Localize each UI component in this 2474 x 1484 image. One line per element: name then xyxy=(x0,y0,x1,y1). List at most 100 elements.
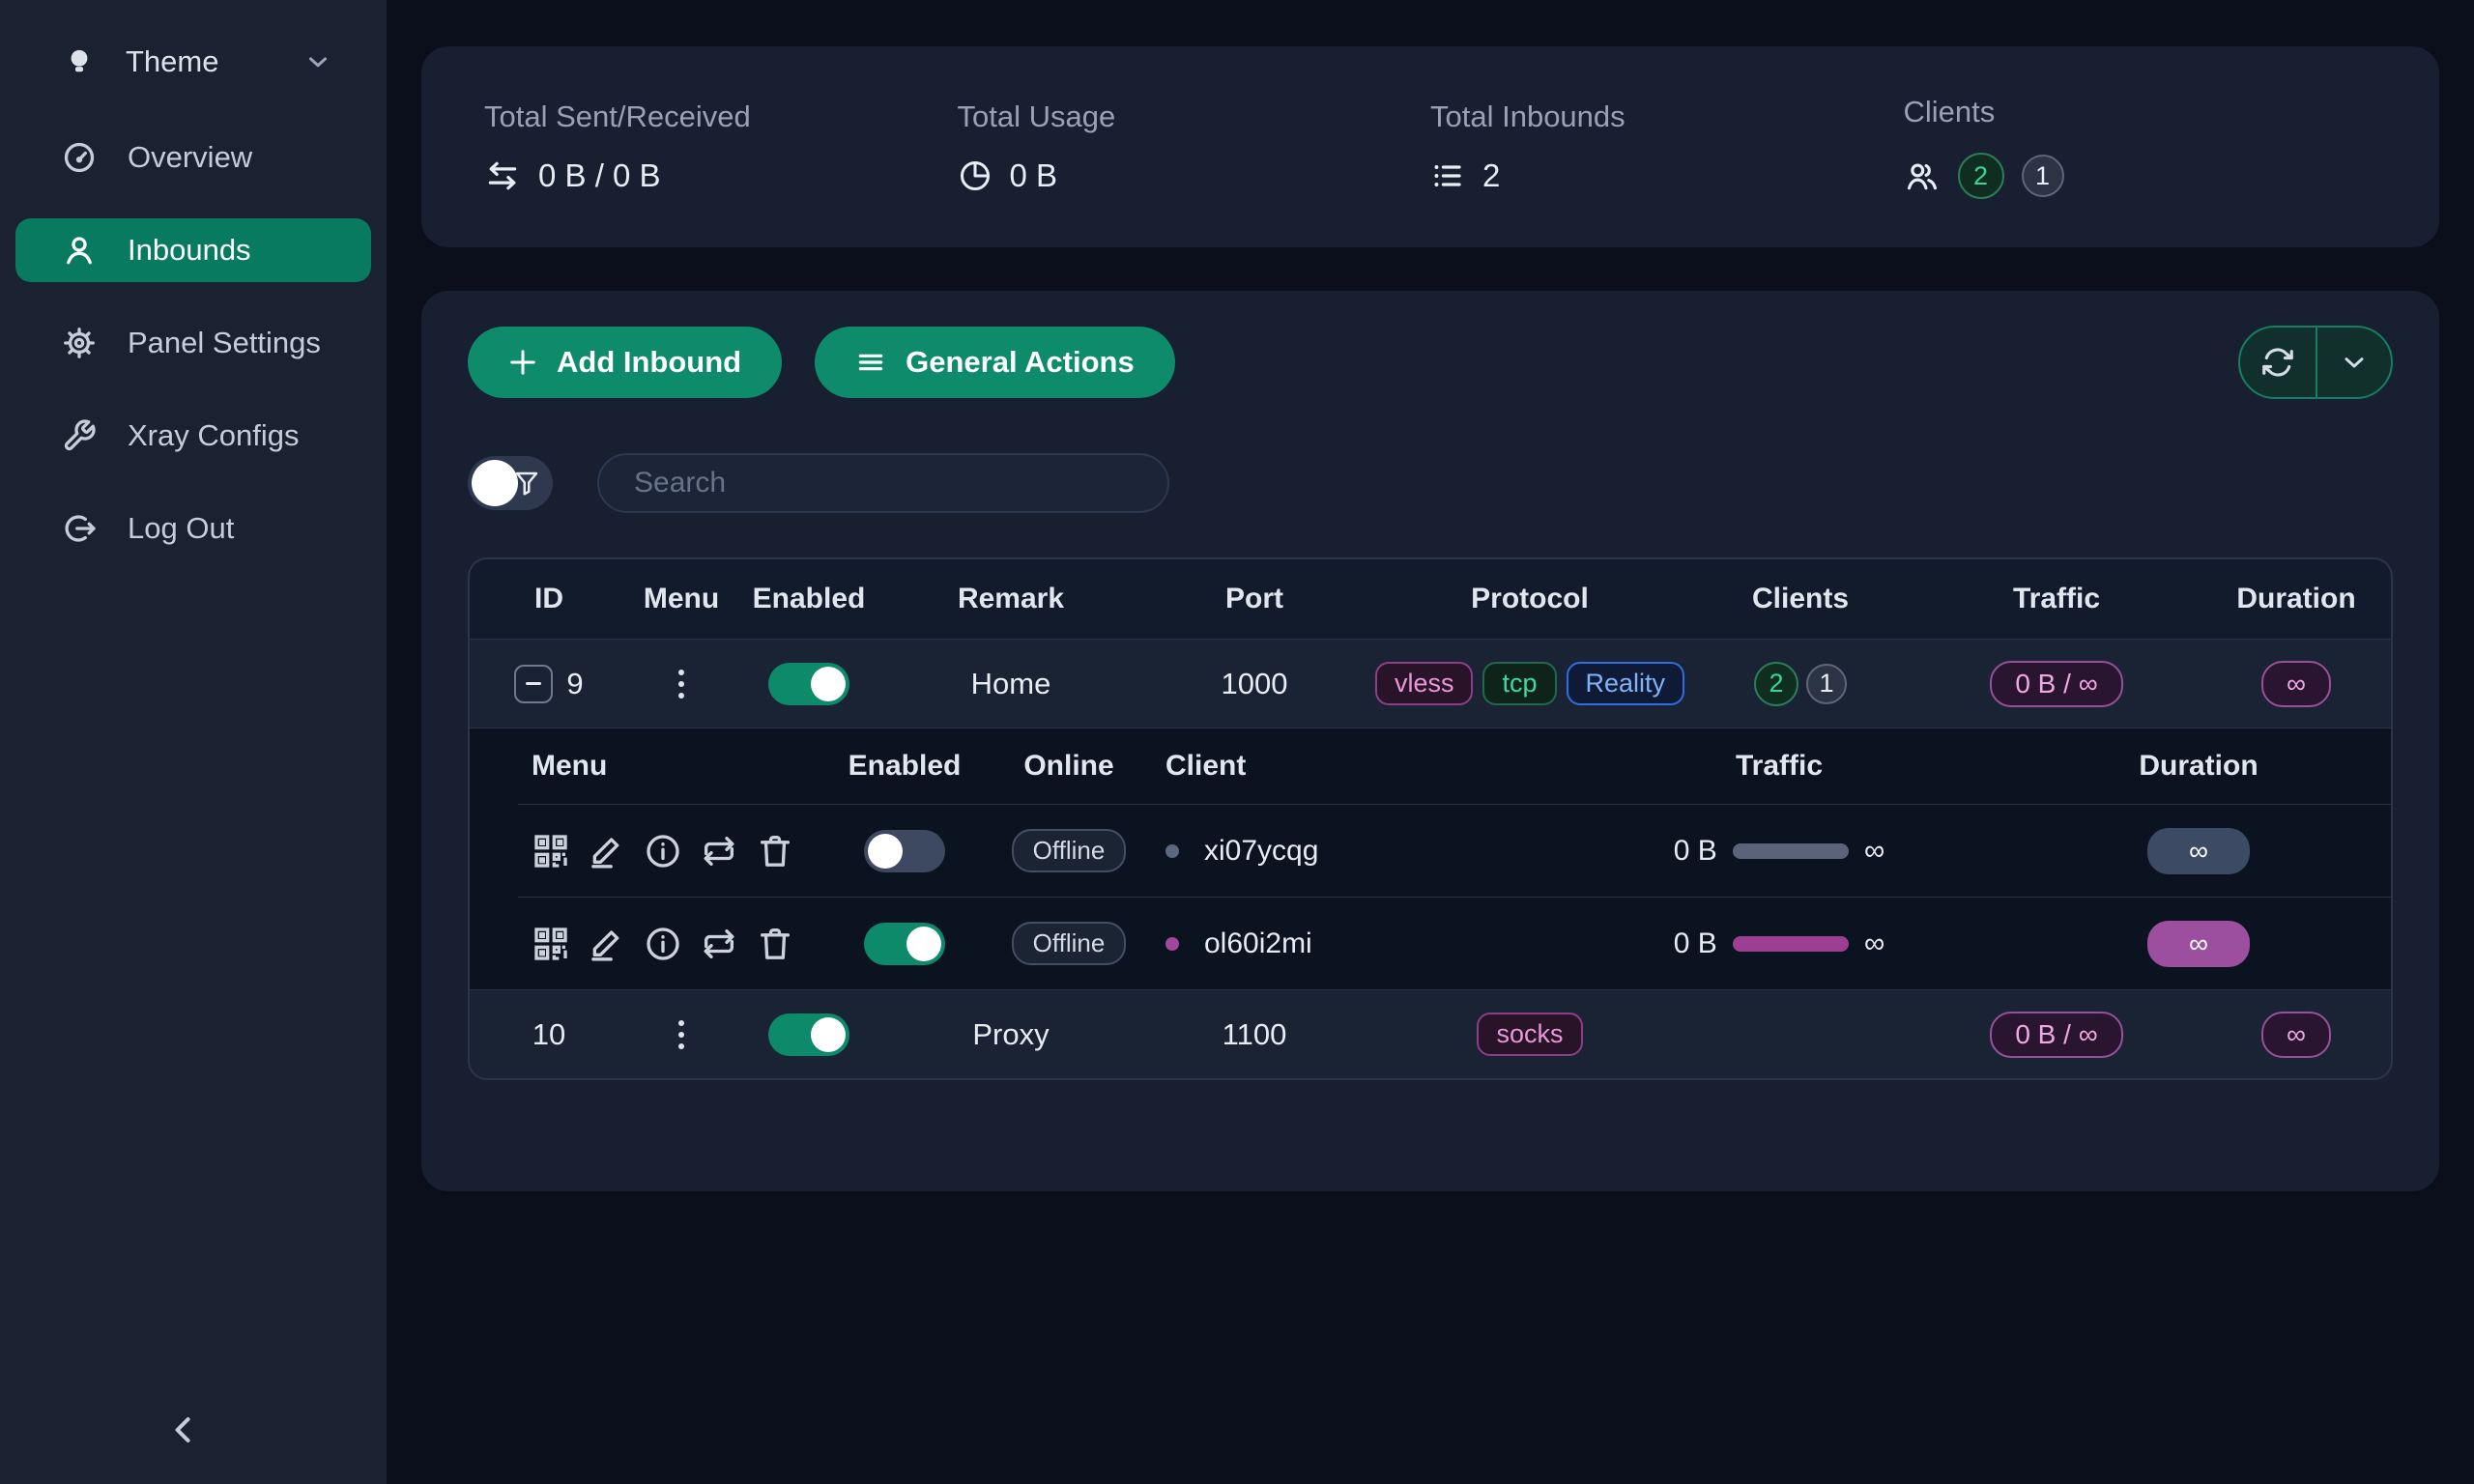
pencil-icon[interactable] xyxy=(588,832,626,870)
traffic-progress-bar xyxy=(1733,843,1849,859)
pie-chart-icon xyxy=(958,158,992,193)
sidebar-item-overview[interactable]: Overview xyxy=(15,126,371,189)
stat-title: Total Sent/Received xyxy=(484,100,958,134)
clients-deactivated-badge: 1 xyxy=(2022,155,2064,197)
client-row-xi07ycqg: Offline xi07ycqg 0 B ∞ ∞ xyxy=(470,805,2391,897)
sidebar: Theme Overview Inbounds xyxy=(0,0,387,1484)
collapse-row-icon[interactable] xyxy=(514,665,553,703)
sidebar-item-label: Xray Configs xyxy=(128,418,299,453)
sidebar-item-panel-settings[interactable]: Panel Settings xyxy=(15,311,371,375)
theme-selector[interactable]: Theme xyxy=(0,33,387,91)
sidebar-item-label: Inbounds xyxy=(128,233,251,268)
sidebar-item-inbounds[interactable]: Inbounds xyxy=(15,218,371,282)
user-icon xyxy=(62,233,97,268)
inbounds-card: Add Inbound General Actions xyxy=(421,291,2439,1191)
repeat-icon[interactable] xyxy=(700,925,738,963)
subtable-header-row: Menu Enabled Online Client Traffic Durat… xyxy=(470,728,2391,804)
inbound-port: 1100 xyxy=(1138,1017,1370,1052)
col-header-enabled: Enabled xyxy=(734,583,883,615)
info-icon[interactable] xyxy=(644,832,682,870)
client-traffic-limit: ∞ xyxy=(1864,835,1884,868)
stat-total-usage: Total Usage 0 B xyxy=(958,100,1431,194)
plus-icon xyxy=(508,348,537,377)
protocol-tag-vless: vless xyxy=(1375,662,1474,705)
toolbar: Add Inbound General Actions xyxy=(468,326,2393,399)
sidebar-item-label: Log Out xyxy=(128,511,234,546)
client-duration-pill: ∞ xyxy=(2147,921,2250,967)
stat-total-inbounds: Total Inbounds 2 xyxy=(1430,100,1904,194)
inbound-row-9: 9 Home 1000 vless tcp Reality 2 xyxy=(470,639,2391,728)
col-header-traffic: Traffic xyxy=(1912,583,2201,615)
row-menu-button[interactable] xyxy=(673,664,690,704)
protocol-tag-tcp: tcp xyxy=(1482,662,1556,705)
sidebar-nav: Overview Inbounds Panel Settings Xray Co… xyxy=(0,126,387,560)
subcol-header-enabled: Enabled xyxy=(818,750,992,783)
stat-value: 0 B / 0 B xyxy=(538,157,661,194)
stat-title: Clients xyxy=(1904,95,2377,129)
inbound-remark: Proxy xyxy=(883,1017,1138,1052)
chevron-down-icon xyxy=(2339,347,2370,378)
main-content: Total Sent/Received 0 B / 0 B Total Usag… xyxy=(387,0,2474,1484)
clients-subtable: Menu Enabled Online Client Traffic Durat… xyxy=(470,728,2391,989)
repeat-icon[interactable] xyxy=(700,832,738,870)
stat-title: Total Usage xyxy=(958,100,1431,134)
client-duration-pill: ∞ xyxy=(2147,828,2250,874)
stats-card: Total Sent/Received 0 B / 0 B Total Usag… xyxy=(421,46,2439,247)
refresh-button-group xyxy=(2238,326,2393,399)
col-header-duration: Duration xyxy=(2201,583,2391,615)
add-inbound-button[interactable]: Add Inbound xyxy=(468,327,782,398)
col-header-protocol: Protocol xyxy=(1370,583,1689,615)
trash-icon[interactable] xyxy=(756,925,794,963)
subcol-header-client: Client xyxy=(1146,750,1552,783)
inbound-port: 1000 xyxy=(1138,667,1370,701)
refresh-dropdown-button[interactable] xyxy=(2316,328,2391,397)
row-menu-button[interactable] xyxy=(673,1014,690,1055)
sidebar-item-label: Panel Settings xyxy=(128,326,321,360)
col-header-clients: Clients xyxy=(1689,583,1912,615)
sidebar-item-logout[interactable]: Log Out xyxy=(15,497,371,560)
online-status-badge: Offline xyxy=(1012,922,1127,965)
search-input[interactable] xyxy=(597,453,1169,513)
client-row-ol60i2mi: Offline ol60i2mi 0 B ∞ ∞ xyxy=(470,898,2391,989)
traffic-progress-bar xyxy=(1733,936,1849,952)
gauge-icon xyxy=(62,140,97,175)
search-row xyxy=(468,453,2393,513)
clients-count-badge: 1 xyxy=(1806,664,1847,704)
client-traffic-used: 0 B xyxy=(1674,835,1717,868)
subcol-header-online: Online xyxy=(992,750,1146,783)
clients-count-badge: 2 xyxy=(1754,662,1798,706)
client-traffic-used: 0 B xyxy=(1674,928,1717,960)
inbound-enabled-toggle[interactable] xyxy=(768,1013,849,1056)
sidebar-item-xray-configs[interactable]: Xray Configs xyxy=(15,404,371,468)
chevron-down-icon xyxy=(303,47,332,76)
qr-code-icon[interactable] xyxy=(532,832,570,870)
info-icon[interactable] xyxy=(644,925,682,963)
trash-icon[interactable] xyxy=(756,832,794,870)
table-header-row: ID Menu Enabled Remark Port Protocol Cli… xyxy=(470,559,2391,639)
pencil-icon[interactable] xyxy=(588,925,626,963)
stat-value: 0 B xyxy=(1010,157,1058,194)
toggle-knob xyxy=(472,460,518,506)
stat-total-sent-received: Total Sent/Received 0 B / 0 B xyxy=(484,100,958,194)
general-actions-button[interactable]: General Actions xyxy=(815,327,1175,398)
subcol-header-duration: Duration xyxy=(2006,750,2391,783)
client-traffic-limit: ∞ xyxy=(1864,928,1884,960)
sidebar-collapse-button[interactable] xyxy=(162,1409,205,1451)
refresh-button[interactable] xyxy=(2240,328,2316,397)
client-enabled-toggle[interactable] xyxy=(864,830,945,872)
people-icon xyxy=(1904,157,1941,194)
client-color-dot xyxy=(1165,937,1179,951)
client-enabled-toggle[interactable] xyxy=(864,923,945,965)
stat-title: Total Inbounds xyxy=(1430,100,1904,134)
qr-code-icon[interactable] xyxy=(532,925,570,963)
sidebar-item-label: Overview xyxy=(128,140,252,175)
subcol-header-menu: Menu xyxy=(470,750,818,783)
wrench-icon xyxy=(62,418,97,453)
inbound-enabled-toggle[interactable] xyxy=(768,663,849,705)
refresh-icon xyxy=(2260,345,2295,380)
filter-toggle[interactable] xyxy=(468,456,553,510)
col-header-port: Port xyxy=(1138,583,1370,615)
stat-clients: Clients 2 1 xyxy=(1904,95,2377,199)
col-header-id: ID xyxy=(470,583,628,615)
duration-pill: ∞ xyxy=(2261,661,2331,707)
